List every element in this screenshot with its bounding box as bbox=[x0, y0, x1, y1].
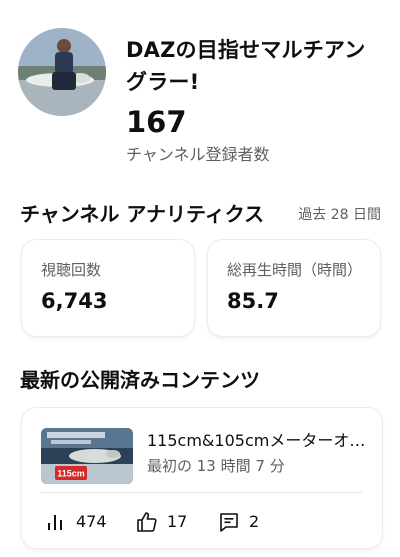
comment-icon bbox=[217, 510, 241, 534]
subscriber-label: チャンネル登録者数 bbox=[126, 145, 270, 164]
metric-label: 総再生時間（時間） bbox=[227, 261, 363, 279]
comments-count: 2 bbox=[249, 512, 260, 531]
subscriber-count: 167 bbox=[126, 105, 187, 139]
video-title[interactable]: 115cm&105cmメーターオーバー bbox=[147, 429, 367, 453]
video-comments-stat: 2 bbox=[217, 509, 259, 535]
video-thumbnail[interactable]: 115cm bbox=[41, 428, 133, 484]
views-count: 474 bbox=[76, 512, 107, 531]
video-likes-stat: 17 bbox=[135, 509, 187, 535]
metric-label: 視聴回数 bbox=[41, 261, 102, 279]
channel-avatar[interactable] bbox=[18, 28, 106, 116]
metric-value: 6,743 bbox=[41, 289, 108, 313]
bar-chart-icon bbox=[44, 510, 68, 534]
metric-value: 85.7 bbox=[227, 289, 279, 313]
video-subtitle: 最初の 13 時間 7 分 bbox=[147, 457, 285, 475]
analytics-period: 過去 28 日間 bbox=[298, 207, 381, 223]
likes-count: 17 bbox=[167, 512, 188, 531]
video-views-stat: 474 bbox=[44, 509, 107, 535]
views-metric-card[interactable]: 視聴回数 6,743 bbox=[22, 240, 194, 336]
watch-time-metric-card[interactable]: 総再生時間（時間） 85.7 bbox=[208, 240, 380, 336]
channel-name: DAZの目指せマルチアングラー! bbox=[126, 38, 366, 94]
analytics-title[interactable]: チャンネル アナリティクス bbox=[20, 200, 290, 228]
latest-content-title: 最新の公開済みコンテンツ bbox=[20, 368, 260, 392]
thumbs-up-icon bbox=[135, 510, 159, 534]
channel-header: DAZの目指せマルチアングラー! 167 チャンネル登録者数 bbox=[18, 26, 388, 176]
thumbnail-badge-text: 115cm bbox=[57, 469, 85, 479]
card-divider bbox=[41, 492, 362, 493]
latest-video-card[interactable]: 115cm 115cm&105cmメーターオーバー 最初の 13 時間 7 分 … bbox=[22, 408, 382, 548]
